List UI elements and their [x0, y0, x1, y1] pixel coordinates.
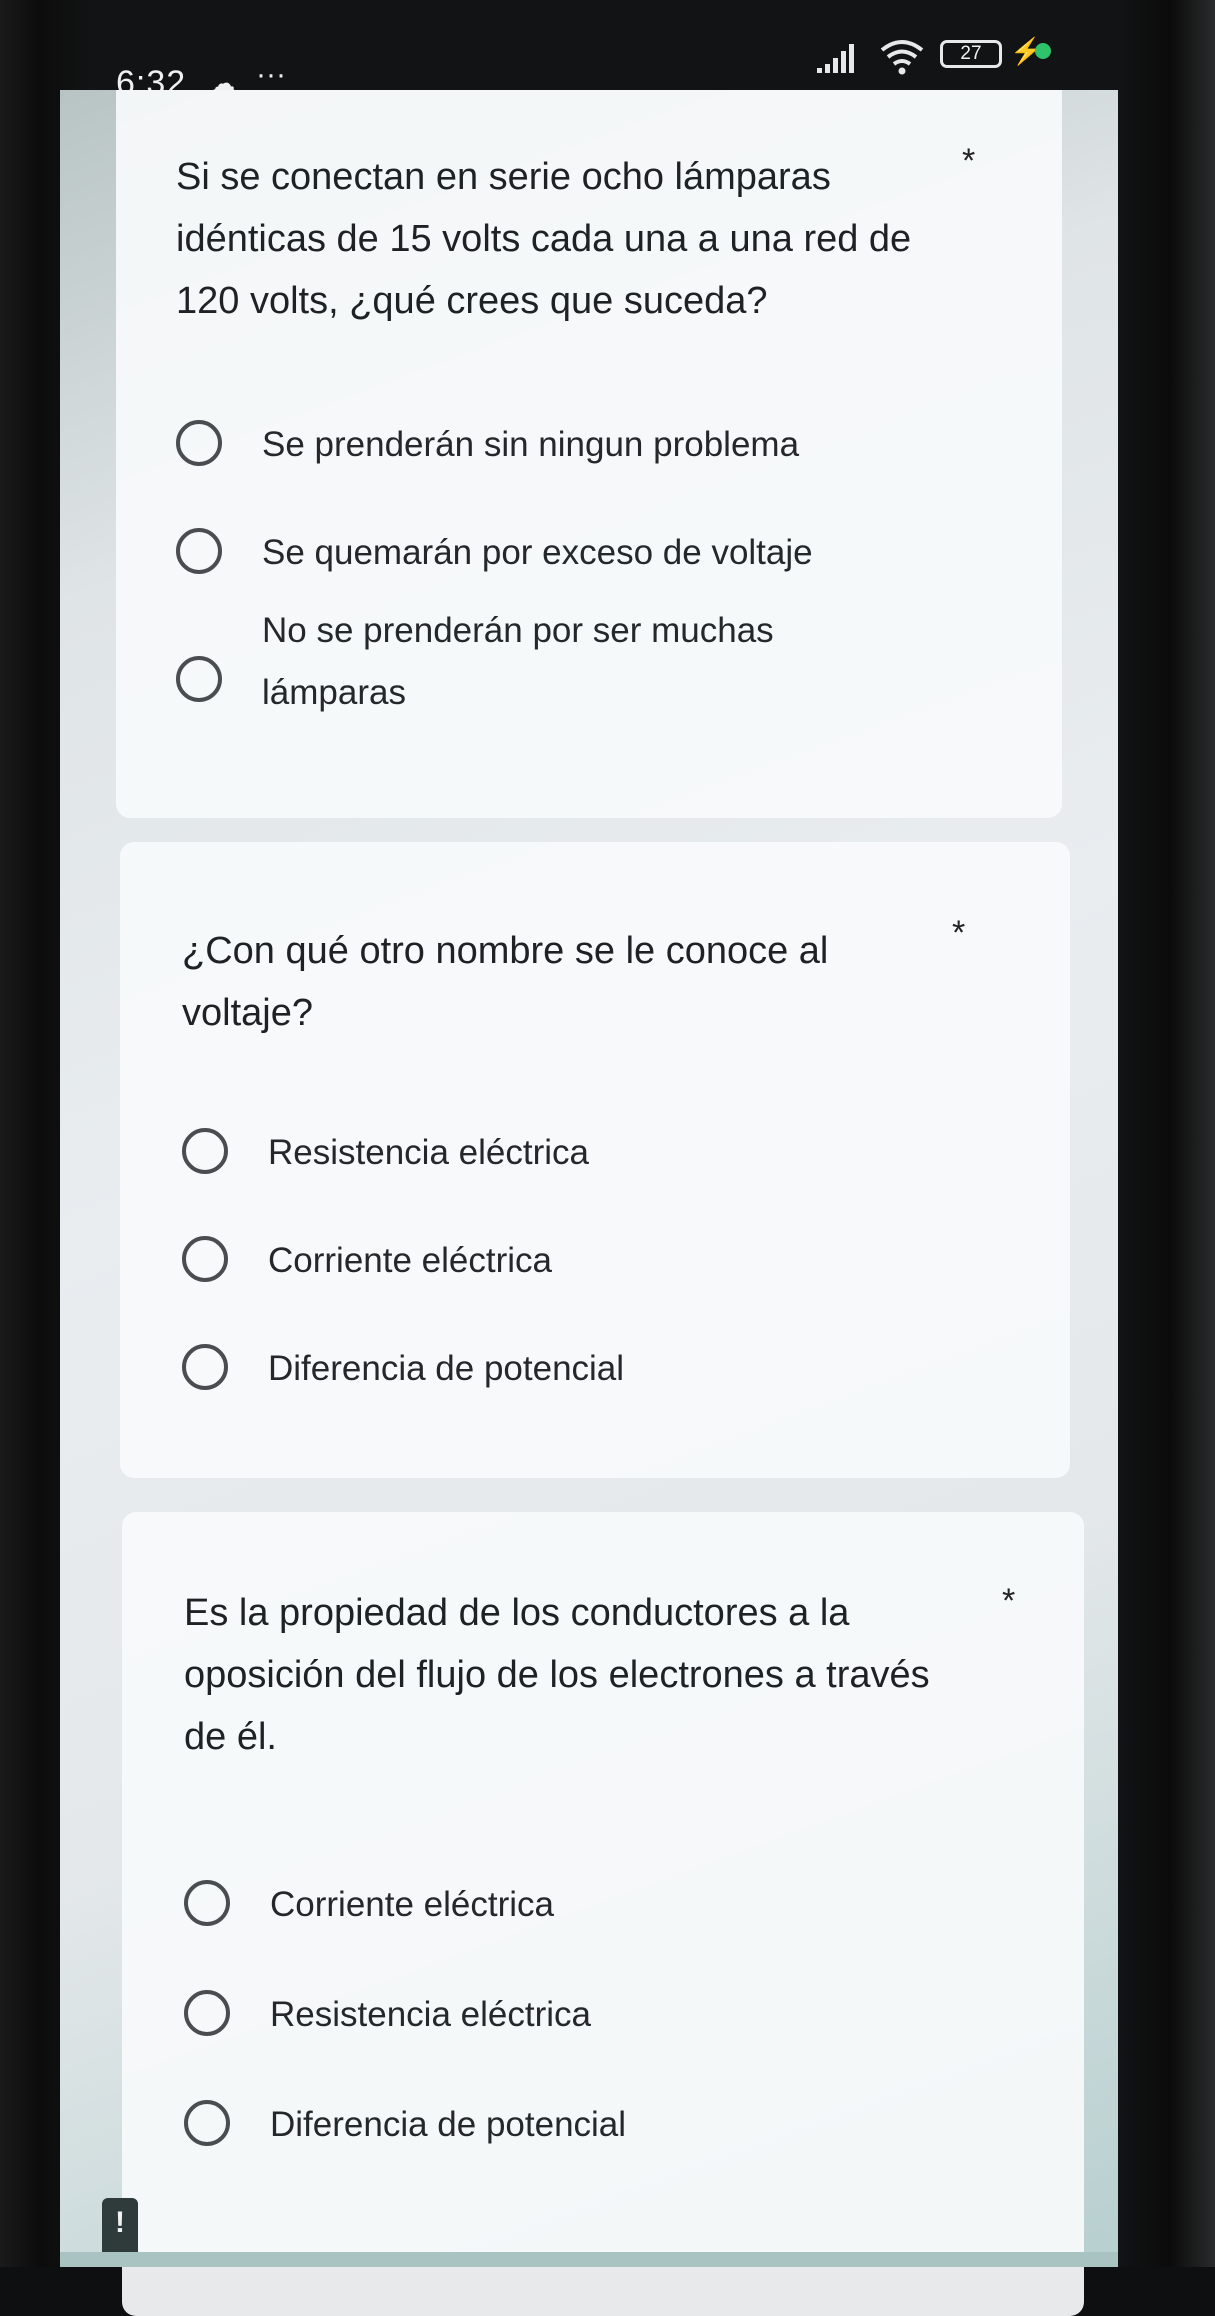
required-star: *: [962, 142, 976, 180]
radio-circle-icon[interactable]: [184, 2100, 230, 2146]
option-label[interactable]: Corriente eléctrica: [268, 1230, 888, 1292]
option-label[interactable]: Corriente eléctrica: [270, 1874, 890, 1936]
radio-circle-icon[interactable]: [182, 1344, 228, 1390]
radio-circle-icon[interactable]: [184, 1880, 230, 1926]
question-card-3: Es la propiedad de los conductores a la …: [122, 1512, 1084, 2316]
battery-icon: 27: [940, 40, 1002, 68]
required-star: *: [1002, 1582, 1016, 1620]
feedback-icon[interactable]: !: [102, 2198, 138, 2256]
required-star: *: [952, 914, 966, 952]
option-label[interactable]: Se prenderán sin ningun problema: [262, 414, 882, 476]
more-notifications: ···: [256, 58, 286, 91]
radio-circle-icon[interactable]: [176, 656, 222, 702]
signal-icon: [817, 44, 854, 73]
radio-circle-icon[interactable]: [184, 1990, 230, 2036]
radio-circle-icon[interactable]: [182, 1236, 228, 1282]
question-text: Es la propiedad de los conductores a la …: [184, 1592, 930, 1758]
option-label[interactable]: No se prenderán por ser muchas lámparas: [262, 600, 862, 724]
question-text: ¿Con qué otro nombre se le conoce al vol…: [182, 930, 829, 1034]
wifi-icon: [880, 40, 924, 75]
radio-circle-icon[interactable]: [182, 1128, 228, 1174]
notification-dot: [1035, 43, 1051, 59]
question-card-1: Si se conectan en serie ocho lámparas id…: [116, 90, 1062, 818]
bottom-edge: [60, 2252, 1118, 2267]
option-label[interactable]: Se quemarán por exceso de voltaje: [262, 522, 882, 584]
radio-circle-icon[interactable]: [176, 420, 222, 466]
option-label[interactable]: Diferencia de potencial: [270, 2094, 890, 2156]
radio-circle-icon[interactable]: [176, 528, 222, 574]
option-label[interactable]: Resistencia eléctrica: [268, 1122, 888, 1184]
question-text: Si se conectan en serie ocho lámparas id…: [176, 156, 912, 322]
option-label[interactable]: Diferencia de potencial: [268, 1338, 888, 1400]
form-screen: Si se conectan en serie ocho lámparas id…: [60, 90, 1118, 2316]
option-label[interactable]: Resistencia eléctrica: [270, 1984, 890, 2046]
question-card-2: ¿Con qué otro nombre se le conoce al vol…: [120, 842, 1070, 1478]
phone-frame: 6:32 ☁ ··· 27 ⚡ Si se conectan en serie …: [0, 0, 1215, 2316]
